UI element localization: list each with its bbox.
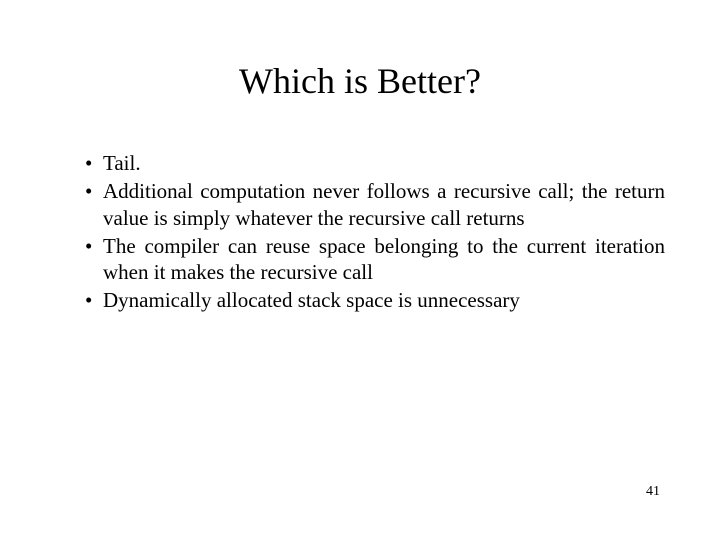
- list-item: Dynamically allocated stack space is unn…: [85, 287, 665, 313]
- slide-container: Which is Better? Tail. Additional comput…: [0, 0, 720, 540]
- list-item: Additional computation never follows a r…: [85, 178, 665, 231]
- bullet-list: Tail. Additional computation never follo…: [55, 150, 665, 314]
- list-item: The compiler can reuse space belonging t…: [85, 233, 665, 286]
- page-number: 41: [646, 484, 660, 500]
- list-item: Tail.: [85, 150, 665, 176]
- slide-title: Which is Better?: [55, 60, 665, 102]
